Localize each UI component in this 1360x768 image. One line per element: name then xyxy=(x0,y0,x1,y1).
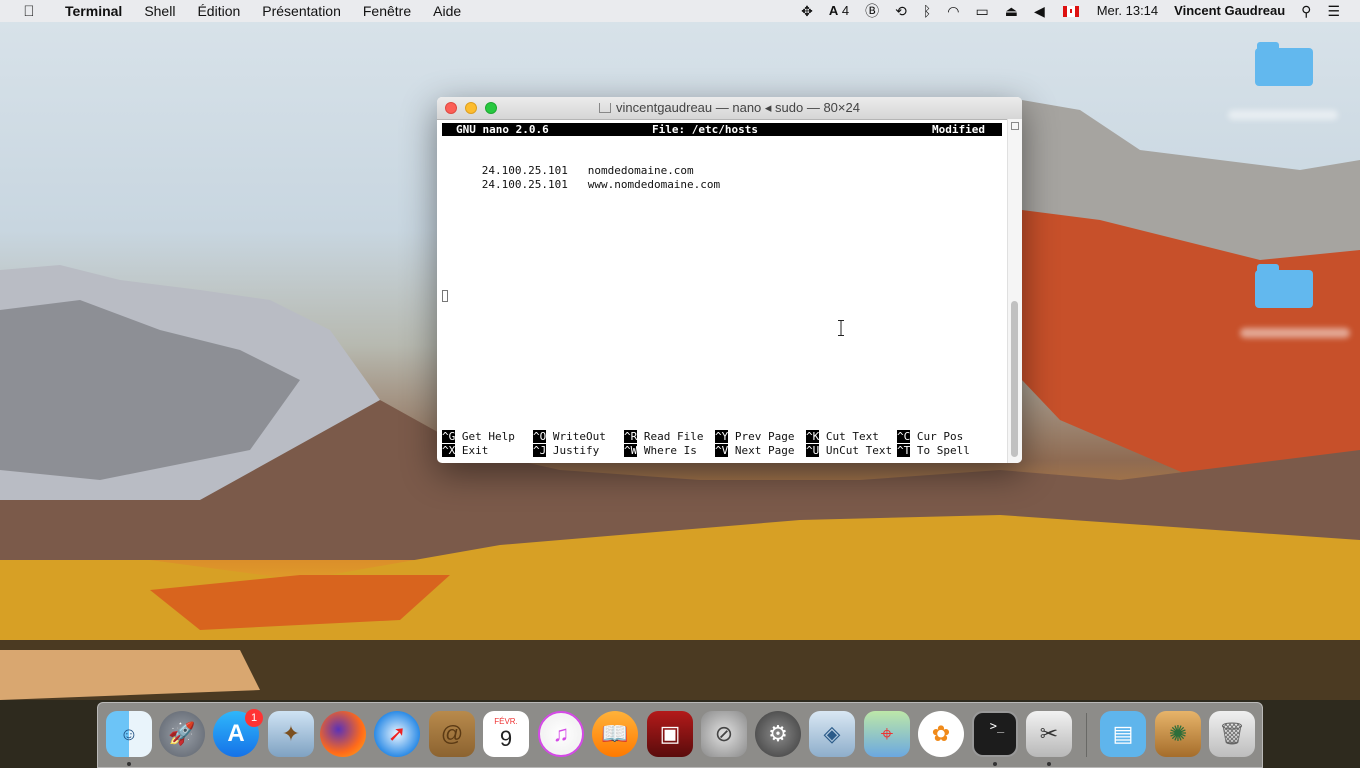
nano-header: GNU nano 2.0.6 File: /etc/hosts Modified xyxy=(442,123,1002,136)
shortcut-writeout: ^O WriteOut xyxy=(533,430,606,443)
terminal-icon[interactable]: >_ xyxy=(972,711,1018,757)
app-store-badge: 1 xyxy=(245,709,263,727)
calendar-icon[interactable]: FÉVR. 9 xyxy=(483,711,529,757)
menu-fenetre[interactable]: Fenêtre xyxy=(352,0,422,22)
finder-icon[interactable]: ☺ xyxy=(106,711,152,757)
text-cursor xyxy=(442,290,448,302)
menu-presentation[interactable]: Présentation xyxy=(251,0,352,22)
input-source-flag-icon[interactable] xyxy=(1062,5,1079,17)
spotlight-search-icon[interactable]: ⚲ xyxy=(1293,0,1319,22)
notification-center-icon[interactable]: ☰ xyxy=(1319,0,1348,22)
time-machine-icon[interactable]: ⟲ xyxy=(887,0,915,22)
menu-app-name[interactable]: Terminal xyxy=(54,0,133,22)
menu-edition[interactable]: Édition xyxy=(186,0,251,22)
running-indicator xyxy=(1047,762,1051,766)
launchpad-icon[interactable]: 🚀 xyxy=(159,711,205,757)
photo-booth-icon[interactable]: ▣ xyxy=(647,711,693,757)
hosts-domain: www.nomdedomaine.com xyxy=(587,178,721,191)
menu-aide[interactable]: Aide xyxy=(422,0,472,22)
shortcut-cut-text: ^K Cut Text xyxy=(806,430,879,443)
contacts-icon[interactable]: @ xyxy=(429,711,475,757)
vertical-scrollbar[interactable] xyxy=(1007,119,1022,463)
hosts-ip: 24.100.25.101 xyxy=(481,178,568,191)
volume-icon[interactable]: ◀ xyxy=(1026,0,1053,22)
shortcut-uncut-text: ^U UnCut Text xyxy=(806,444,893,457)
safari-icon[interactable]: ➚ xyxy=(374,711,420,757)
desktop-folder-icon[interactable] xyxy=(1255,262,1315,308)
dock: ☺ 🚀 A 1 ✦ ➚ @ FÉVR. 9 ♫ 📖 ▣ ⊘ ⚙ ◈ ⌖ ✿ >_… xyxy=(97,702,1263,768)
ibooks-icon[interactable]: 📖 xyxy=(592,711,638,757)
nano-version: GNU nano 2.0.6 xyxy=(456,123,549,136)
bitcoin-icon[interactable]: Ⓑ xyxy=(857,0,887,22)
dropbox-icon[interactable]: ✥ xyxy=(793,0,821,22)
shortcut-to-spell: ^T To Spell xyxy=(897,444,970,457)
shortcut-justify: ^J Justify xyxy=(533,444,600,457)
hosts-line: 24.100.25.101 www.nomdedomaine.com xyxy=(442,164,720,191)
ibeam-cursor-icon xyxy=(838,320,844,336)
adobe-count: 4 xyxy=(841,3,850,18)
disk-utility-icon[interactable]: ⊘ xyxy=(701,711,747,757)
adobe-status[interactable]: A 4 xyxy=(821,0,857,22)
scrollbar-thumb[interactable] xyxy=(1011,301,1018,457)
home-icon xyxy=(599,103,612,113)
airplay-icon[interactable]: ▭ xyxy=(967,0,996,22)
terminal-content[interactable]: GNU nano 2.0.6 File: /etc/hosts Modified… xyxy=(442,123,1002,461)
bluetooth-icon[interactable]: ᛒ xyxy=(915,0,939,22)
menu-bar:  Terminal Shell Édition Présentation Fe… xyxy=(0,0,1360,22)
nano-status: Modified xyxy=(932,123,985,136)
calendar-day: 9 xyxy=(499,726,513,751)
maps-icon[interactable]: ⌖ xyxy=(864,711,910,757)
terminal-window[interactable]: vincentgaudreau — nano ◂ sudo — 80×24 GN… xyxy=(437,97,1022,463)
dock-separator xyxy=(1086,713,1087,757)
running-indicator xyxy=(127,762,131,766)
running-indicator xyxy=(993,762,997,766)
desktop-folder-label xyxy=(1228,110,1338,120)
preview-icon[interactable]: ✦ xyxy=(268,711,314,757)
virtualbox-icon[interactable]: ◈ xyxy=(809,711,855,757)
shortcut-exit: ^X Exit xyxy=(442,444,489,457)
desktop-folder-label xyxy=(1240,328,1350,338)
window-title-text: vincentgaudreau — nano ◂ sudo — 80×24 xyxy=(616,100,860,115)
firefox-icon[interactable] xyxy=(320,711,366,757)
apple-menu-icon[interactable]:  xyxy=(18,3,40,20)
window-titlebar[interactable]: vincentgaudreau — nano ◂ sudo — 80×24 xyxy=(437,97,1022,120)
eject-icon[interactable]: ⏏ xyxy=(997,0,1026,22)
shortcut-read-file: ^R Read File xyxy=(624,430,704,443)
shortcut-prev-page: ^Y Prev Page xyxy=(715,430,795,443)
installer-icon[interactable]: ✺ xyxy=(1155,711,1201,757)
wifi-icon[interactable]: ◠ xyxy=(939,0,967,22)
menu-shell[interactable]: Shell xyxy=(133,0,186,22)
itunes-icon[interactable]: ♫ xyxy=(538,711,584,757)
window-title: vincentgaudreau — nano ◂ sudo — 80×24 xyxy=(437,97,1022,119)
clock[interactable]: Mer. 13:14 xyxy=(1089,0,1166,22)
nano-file: File: /etc/hosts xyxy=(652,123,758,136)
nano-shortcuts: ^G Get Help ^O WriteOut ^R Read File ^Y … xyxy=(442,430,1002,460)
user-name[interactable]: Vincent Gaudreau xyxy=(1166,0,1293,22)
shortcut-where-is: ^W Where Is xyxy=(624,444,697,457)
shortcut-cur-pos: ^C Cur Pos xyxy=(897,430,964,443)
shortcut-next-page: ^V Next Page xyxy=(715,444,795,457)
scrollbar-split-icon[interactable] xyxy=(1011,122,1019,130)
hosts-line: 24.100.25.101 nomdedomaine.com xyxy=(442,150,694,177)
photos-icon[interactable]: ✿ xyxy=(918,711,964,757)
desktop-folder-icon[interactable] xyxy=(1255,40,1315,86)
system-preferences-icon[interactable]: ⚙ xyxy=(755,711,801,757)
scissors-icon[interactable]: ✂ xyxy=(1026,711,1072,757)
trash-icon[interactable]: 🗑 xyxy=(1209,711,1255,757)
shortcut-get-help: ^G Get Help xyxy=(442,430,515,443)
folder-icon[interactable]: ▤ xyxy=(1100,711,1146,757)
